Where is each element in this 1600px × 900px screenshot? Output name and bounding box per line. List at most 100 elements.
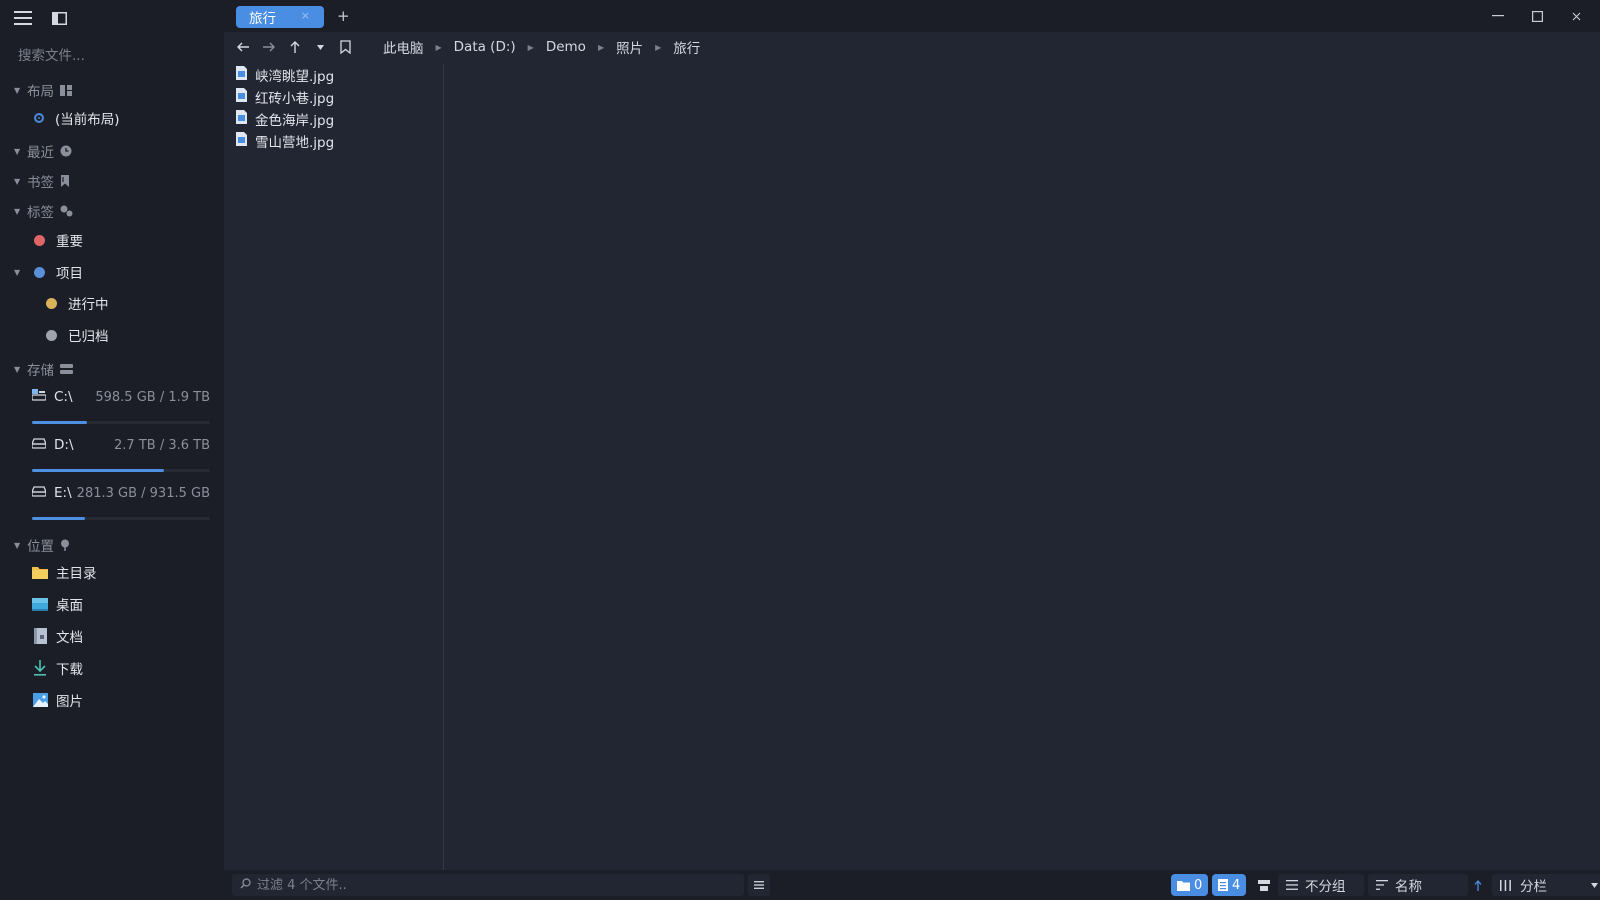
section-tags-label: 标签 <box>27 205 54 221</box>
section-layout[interactable]: ▼ 布局 <box>14 80 72 100</box>
view-mode-label: 分栏 <box>1520 879 1547 895</box>
section-bookmarks-label: 书签 <box>27 175 54 191</box>
breadcrumb-item-data-d[interactable]: Data (D:) <box>454 39 516 55</box>
forward-arrow-icon[interactable] <box>260 38 278 56</box>
bookmark-outline-icon[interactable] <box>336 38 354 56</box>
up-arrow-icon[interactable] <box>286 38 304 56</box>
breadcrumb-item-photos[interactable]: 照片 <box>616 37 643 57</box>
sort-by-dropdown[interactable]: 名称 <box>1368 874 1468 896</box>
section-recent[interactable]: ▼ 最近 <box>14 141 72 161</box>
file-count-badge[interactable]: 4 <box>1212 874 1247 896</box>
title-bar: 旅行 × + <box>224 0 1600 32</box>
drive-name: C:\ <box>54 389 73 405</box>
group-by-label: 不分组 <box>1305 879 1346 895</box>
sidebar: ▼ 布局 (当前布局) ▼ 最近 ▼ 书签 ▼ <box>0 0 224 900</box>
chevron-down-icon <box>1591 882 1598 888</box>
caret-down-icon: ▼ <box>14 146 21 156</box>
tab-close-icon[interactable]: × <box>301 9 310 22</box>
location-pictures[interactable]: 图片 <box>32 689 83 711</box>
file-item[interactable]: 雪山营地.jpg <box>236 131 334 151</box>
drive-size: 598.5 GB / 1.9 TB <box>95 389 210 405</box>
columns-icon <box>1500 879 1511 891</box>
history-dropdown-icon[interactable] <box>311 38 329 56</box>
layout-item-current[interactable]: (当前布局) <box>34 107 120 129</box>
file-item[interactable]: 金色海岸.jpg <box>236 109 334 129</box>
drive-name: E:\ <box>54 485 72 501</box>
file-name: 雪山营地.jpg <box>255 135 335 151</box>
tag-color-dot <box>34 234 45 246</box>
drive-usage-bar <box>32 421 210 424</box>
status-bar: 0 4 不分组 名称 分栏 <box>224 870 1600 900</box>
location-documents[interactable]: 文档 <box>32 625 83 647</box>
caret-down-icon: ▼ <box>14 85 21 95</box>
location-home[interactable]: 主目录 <box>32 561 97 583</box>
location-downloads[interactable]: 下载 <box>32 657 83 679</box>
breadcrumb-separator-icon: ▶ <box>527 42 534 52</box>
breadcrumb-separator-icon: ▶ <box>435 42 442 52</box>
filter-options-button[interactable] <box>748 874 770 896</box>
breadcrumb-separator-icon: ▶ <box>655 42 662 52</box>
folder-count: 0 <box>1194 877 1203 893</box>
bookmark-icon <box>60 175 70 187</box>
breadcrumb-separator-icon: ▶ <box>597 42 605 52</box>
section-bookmarks[interactable]: ▼ 书签 <box>14 171 70 191</box>
section-tags[interactable]: ▼ 标签 <box>14 201 73 221</box>
minimize-icon[interactable] <box>1488 6 1508 26</box>
toggle-sidebar-icon[interactable] <box>50 9 68 27</box>
picture-icon <box>32 692 48 708</box>
drive-d[interactable]: D:\ 2.7 TB / 3.6 TB <box>31 434 210 478</box>
search-files-input[interactable] <box>18 46 208 66</box>
tab-travel[interactable]: 旅行 × <box>236 6 324 28</box>
image-file-icon <box>236 132 247 150</box>
image-file-icon <box>236 110 247 128</box>
storage-icon <box>60 364 73 374</box>
breadcrumb: 此电脑 ▶ Data (D:) ▶ Demo ▶ 照片 ▶ 旅行 <box>383 37 700 57</box>
folder-icon <box>1177 880 1190 891</box>
preview-toggle-icon[interactable] <box>1258 874 1270 896</box>
location-label: 文档 <box>56 630 83 646</box>
tag-item-project[interactable]: ▼ 项目 <box>14 261 83 283</box>
section-layout-label: 布局 <box>27 84 54 100</box>
maximize-icon[interactable] <box>1527 6 1547 26</box>
layout-icon <box>60 84 72 96</box>
tag-color-dot <box>34 266 45 278</box>
caret-down-icon: ▼ <box>14 206 21 216</box>
group-by-dropdown[interactable]: 不分组 <box>1278 874 1364 896</box>
section-storage[interactable]: ▼ 存储 <box>14 359 73 379</box>
location-desktop[interactable]: 桌面 <box>32 593 83 615</box>
tag-item-important[interactable]: 重要 <box>34 229 83 251</box>
tag-item-archived[interactable]: 已归档 <box>46 324 109 346</box>
download-icon <box>32 660 48 676</box>
back-arrow-icon[interactable] <box>234 38 252 56</box>
file-list-column: 峡湾眺望.jpg 红砖小巷.jpg 金色海岸.jpg 雪山营地.jpg <box>224 62 444 870</box>
tag-label: 进行中 <box>68 297 109 313</box>
breadcrumb-item-this-pc[interactable]: 此电脑 <box>383 37 424 57</box>
column-resize-handle[interactable] <box>443 64 444 870</box>
file-item[interactable]: 红砖小巷.jpg <box>236 87 334 107</box>
drive-c[interactable]: C:\ 598.5 GB / 1.9 TB <box>31 386 210 430</box>
caret-down-icon[interactable]: ▼ <box>14 268 20 277</box>
close-icon[interactable] <box>1566 6 1586 26</box>
drive-usage-fill <box>32 421 88 424</box>
file-item[interactable]: 峡湾眺望.jpg <box>236 65 334 85</box>
location-label: 下载 <box>56 662 83 678</box>
clock-icon <box>60 145 72 157</box>
sort-by-label: 名称 <box>1395 879 1422 895</box>
sort-ascending-icon[interactable] <box>1474 874 1482 896</box>
tag-item-in-progress[interactable]: 进行中 <box>46 292 109 314</box>
drive-e[interactable]: E:\ 281.3 GB / 931.5 GB <box>31 482 210 526</box>
tags-icon <box>60 205 73 217</box>
list-icon <box>1286 880 1298 890</box>
folder-count-badge[interactable]: 0 <box>1171 874 1209 896</box>
breadcrumb-item-travel[interactable]: 旅行 <box>673 37 700 57</box>
section-locations[interactable]: ▼ 位置 <box>14 535 70 555</box>
hamburger-menu-icon[interactable] <box>14 9 32 27</box>
view-mode-dropdown[interactable]: 分栏 <box>1492 874 1600 896</box>
navigation-bar: 此电脑 ▶ Data (D:) ▶ Demo ▶ 照片 ▶ 旅行 <box>224 32 1600 62</box>
new-tab-button[interactable]: + <box>337 7 350 25</box>
tab-label: 旅行 <box>249 11 276 27</box>
drive-usage-fill <box>32 517 86 520</box>
breadcrumb-item-demo[interactable]: Demo <box>546 39 586 55</box>
filter-input[interactable] <box>257 877 744 893</box>
tag-label: 已归档 <box>68 329 109 345</box>
